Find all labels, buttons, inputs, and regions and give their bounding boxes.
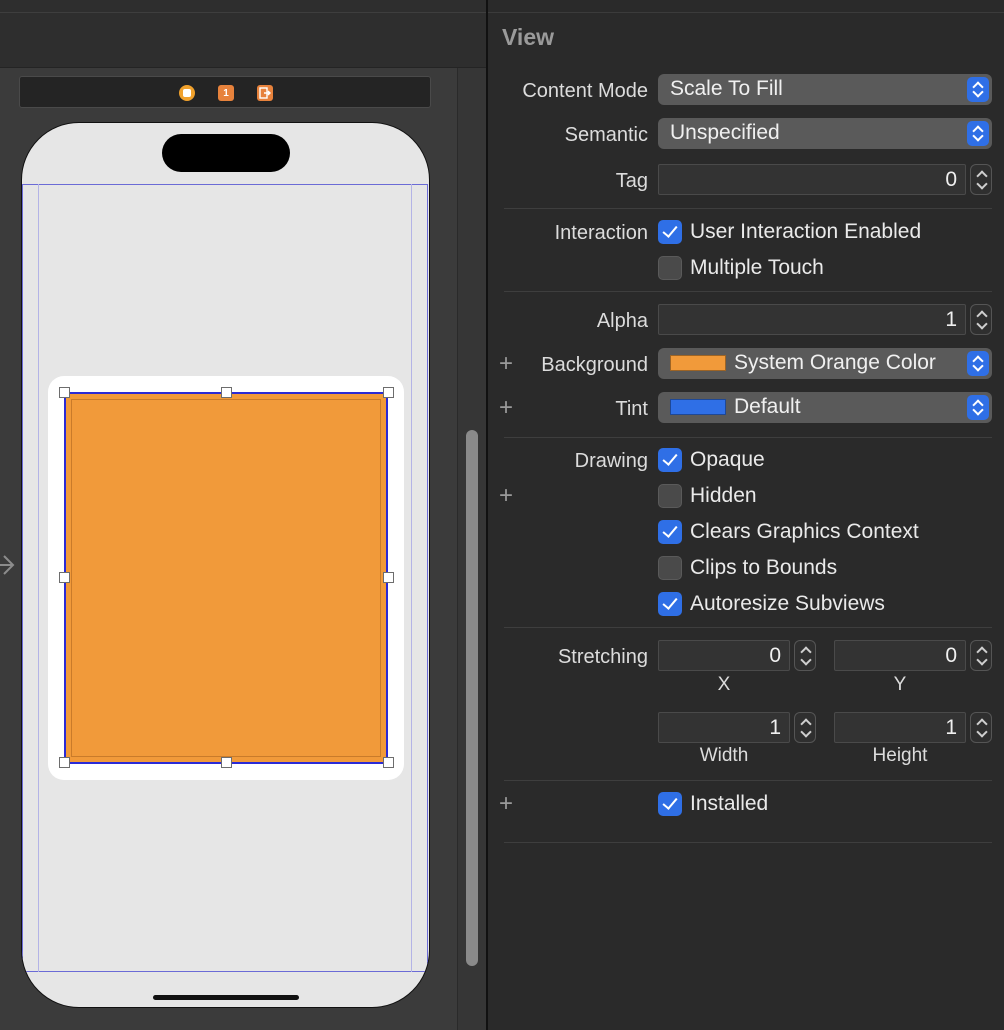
entry-point-arrow-icon xyxy=(0,555,15,575)
selected-orange-view[interactable] xyxy=(64,392,388,764)
scroll-thumb[interactable] xyxy=(466,430,478,966)
hidden-checkbox[interactable] xyxy=(658,484,682,508)
separator xyxy=(504,627,992,628)
background-label: Background xyxy=(541,354,648,376)
separator xyxy=(504,842,992,843)
user-interaction-enabled-label: User Interaction Enabled xyxy=(690,220,922,243)
content-mode-popup[interactable]: Scale To Fill xyxy=(658,74,992,105)
scene-dock: 1 xyxy=(19,76,431,108)
container-view[interactable] xyxy=(48,376,404,780)
layout-margin-guide xyxy=(38,184,39,972)
resize-handle[interactable] xyxy=(59,757,70,768)
stretching-y-label: Y xyxy=(893,674,907,695)
resize-handle[interactable] xyxy=(59,572,70,583)
semantic-popup[interactable]: Unspecified xyxy=(658,118,992,149)
resize-handle[interactable] xyxy=(59,387,70,398)
tag-stepper[interactable] xyxy=(970,164,992,195)
alpha-field[interactable]: 1 xyxy=(658,304,966,335)
chevron-updown-icon xyxy=(967,121,989,146)
resize-handle[interactable] xyxy=(221,757,232,768)
exit-icon[interactable] xyxy=(257,85,273,101)
stretching-height-stepper[interactable] xyxy=(970,712,992,743)
content-mode-value: Scale To Fill xyxy=(670,77,783,100)
stretching-label: Stretching xyxy=(557,646,648,668)
stretching-height-value: 1 xyxy=(945,716,957,739)
add-variation-installed-icon[interactable]: + xyxy=(499,792,513,816)
separator xyxy=(504,291,992,292)
stretching-y-field[interactable]: 0 xyxy=(834,640,966,671)
chevron-updown-icon xyxy=(967,351,989,376)
alpha-label: Alpha xyxy=(596,310,648,332)
resize-handle[interactable] xyxy=(383,572,394,583)
tint-label: Tint xyxy=(615,398,648,420)
stretching-height-label: Height xyxy=(872,745,928,766)
opaque-label: Opaque xyxy=(690,448,765,471)
separator xyxy=(504,780,992,781)
drawing-label: Drawing xyxy=(574,450,648,472)
content-mode-label: Content Mode xyxy=(522,80,648,102)
clips-to-bounds-label: Clips to Bounds xyxy=(690,556,838,579)
add-variation-background-icon[interactable]: + xyxy=(499,352,513,376)
stretching-width-label: Width xyxy=(699,745,749,766)
separator xyxy=(504,208,992,209)
stretching-y-stepper[interactable] xyxy=(970,640,992,671)
section-title: View xyxy=(502,24,554,50)
canvas-scrollbar[interactable] xyxy=(457,68,486,1030)
stretching-x-stepper[interactable] xyxy=(794,640,816,671)
stretching-x-field[interactable]: 0 xyxy=(658,640,790,671)
stretching-width-field[interactable]: 1 xyxy=(658,712,790,743)
add-variation-tint-icon[interactable]: + xyxy=(499,396,513,420)
tint-color-swatch xyxy=(670,399,726,415)
alpha-stepper[interactable] xyxy=(970,304,992,335)
semantic-label: Semantic xyxy=(564,124,648,146)
clears-graphics-context-label: Clears Graphics Context xyxy=(690,520,919,543)
stretching-width-stepper[interactable] xyxy=(794,712,816,743)
semantic-value: Unspecified xyxy=(670,121,780,144)
layout-margin-guide xyxy=(411,184,412,972)
attributes-inspector: View Content Mode Scale To Fill Semantic… xyxy=(488,0,1004,1030)
tint-color-value: Default xyxy=(734,395,801,418)
resize-handle[interactable] xyxy=(383,757,394,768)
clips-to-bounds-checkbox[interactable] xyxy=(658,556,682,580)
separator xyxy=(504,437,992,438)
tint-color-popup[interactable]: Default xyxy=(658,392,992,423)
stretching-x-value: 0 xyxy=(769,644,781,667)
installed-label: Installed xyxy=(690,792,769,815)
installed-checkbox[interactable] xyxy=(658,792,682,816)
dynamic-island xyxy=(162,134,290,172)
multiple-touch-label: Multiple Touch xyxy=(690,256,824,279)
autoresize-subviews-label: Autoresize Subviews xyxy=(690,592,885,615)
interaction-label: Interaction xyxy=(554,222,648,244)
canvas-toolbar xyxy=(0,0,486,68)
add-variation-hidden-icon[interactable]: + xyxy=(499,484,513,508)
autoresize-subviews-checkbox[interactable] xyxy=(658,592,682,616)
background-color-swatch xyxy=(670,355,726,371)
first-responder-icon[interactable]: 1 xyxy=(218,85,234,101)
hidden-label: Hidden xyxy=(690,484,757,507)
clears-graphics-context-checkbox[interactable] xyxy=(658,520,682,544)
background-color-value: System Orange Color xyxy=(734,351,936,374)
home-indicator xyxy=(153,995,299,1000)
chevron-updown-icon xyxy=(967,77,989,102)
stretching-height-field[interactable]: 1 xyxy=(834,712,966,743)
view-controller-icon[interactable] xyxy=(179,85,195,101)
multiple-touch-checkbox[interactable] xyxy=(658,256,682,280)
user-interaction-enabled-checkbox[interactable] xyxy=(658,220,682,244)
iphone-device-frame xyxy=(21,122,430,1008)
stretching-x-label: X xyxy=(717,674,731,695)
tag-field[interactable]: 0 xyxy=(658,164,966,195)
stretching-y-value: 0 xyxy=(945,644,957,667)
tag-label: Tag xyxy=(615,170,648,192)
chevron-updown-icon xyxy=(967,395,989,420)
background-color-popup[interactable]: System Orange Color xyxy=(658,348,992,379)
resize-handle[interactable] xyxy=(383,387,394,398)
opaque-checkbox[interactable] xyxy=(658,448,682,472)
stretching-width-value: 1 xyxy=(769,716,781,739)
storyboard-canvas[interactable]: 1 xyxy=(0,0,486,1030)
tag-value: 0 xyxy=(945,168,957,191)
alpha-value: 1 xyxy=(945,308,957,331)
resize-handle[interactable] xyxy=(221,387,232,398)
